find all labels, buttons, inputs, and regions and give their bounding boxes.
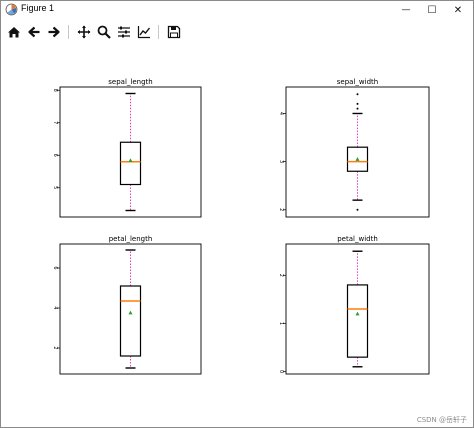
y-tick-label: 6 [52, 154, 58, 157]
navigation-toolbar [1, 20, 473, 44]
subplots-config-icon [118, 26, 130, 38]
y-tick-label: 2 [278, 274, 284, 277]
watermark: CSDN @岳轩子 [416, 416, 467, 424]
title-bar[interactable]: Figure 1 — ☐ ✕ [1, 1, 473, 19]
y-tick-label: 7 [52, 121, 58, 124]
subplot-sepal_length: sepal_length 5 6 7 8 [52, 78, 202, 218]
toolbar-separator [68, 25, 69, 39]
subplot-title: petal_length [109, 235, 153, 243]
forward-button[interactable] [45, 23, 63, 41]
subplot-title: sepal_width [337, 78, 378, 86]
subplot-title: sepal_length [108, 78, 152, 86]
zoom-icon [97, 25, 111, 39]
subplot-sepal_width: sepal_width 2 3 4 [278, 78, 430, 218]
matplotlib-logo-icon [5, 3, 18, 16]
maximize-button[interactable]: ☐ [419, 1, 445, 19]
y-tick-label: 2 [278, 208, 284, 211]
figure-window: Figure 1 — ☐ ✕ sepal_length 5 6 7 8 sepa… [0, 0, 474, 428]
y-tick-label: 4 [278, 112, 284, 115]
home-button[interactable] [5, 23, 23, 41]
axes-frame [285, 86, 430, 218]
save-icon [167, 25, 181, 39]
back-button[interactable] [25, 23, 43, 41]
y-tick-label: 6 [52, 266, 58, 269]
back-arrow-icon [28, 26, 40, 38]
y-tick-label: 4 [52, 306, 58, 309]
flier-point [356, 208, 359, 211]
minimize-icon: — [401, 5, 411, 15]
y-tick-label: 3 [278, 160, 284, 163]
toolbar-separator [158, 25, 159, 39]
close-icon: ✕ [453, 4, 463, 16]
boxplot-figure: sepal_length5678sepal_width234petal_leng… [52, 78, 430, 375]
subplot-petal_width: petal_width 0 1 2 [278, 235, 430, 375]
edit-axes-icon [137, 26, 151, 39]
home-icon [8, 27, 20, 38]
minimize-button[interactable]: — [393, 1, 419, 19]
forward-arrow-icon [48, 26, 60, 38]
y-tick-label: 0 [278, 370, 284, 373]
y-tick-label: 5 [52, 186, 58, 189]
window-title: Figure 1 [21, 3, 55, 13]
subplot-petal_length: petal_length 2 4 6 [52, 235, 202, 375]
maximize-icon: ☐ [427, 4, 437, 16]
figure-canvas: sepal_length 5 6 7 8 sepal_width 2 3 4 petal_leng… [1, 45, 473, 427]
zoom-button[interactable] [95, 23, 113, 41]
pan-button[interactable] [75, 23, 93, 41]
y-tick-label: 2 [52, 346, 58, 349]
y-tick-label: 8 [52, 89, 58, 92]
y-tick-label: 1 [278, 322, 284, 325]
flier-point [356, 107, 359, 110]
close-button[interactable]: ✕ [445, 1, 471, 19]
flier-point [356, 93, 359, 96]
save-button[interactable] [165, 23, 183, 41]
flier-point [356, 102, 359, 105]
pan-icon [77, 25, 91, 39]
edit-axes-button[interactable] [135, 23, 153, 41]
subplot-title: petal_width [337, 235, 378, 243]
configure-subplots-button[interactable] [115, 23, 133, 41]
